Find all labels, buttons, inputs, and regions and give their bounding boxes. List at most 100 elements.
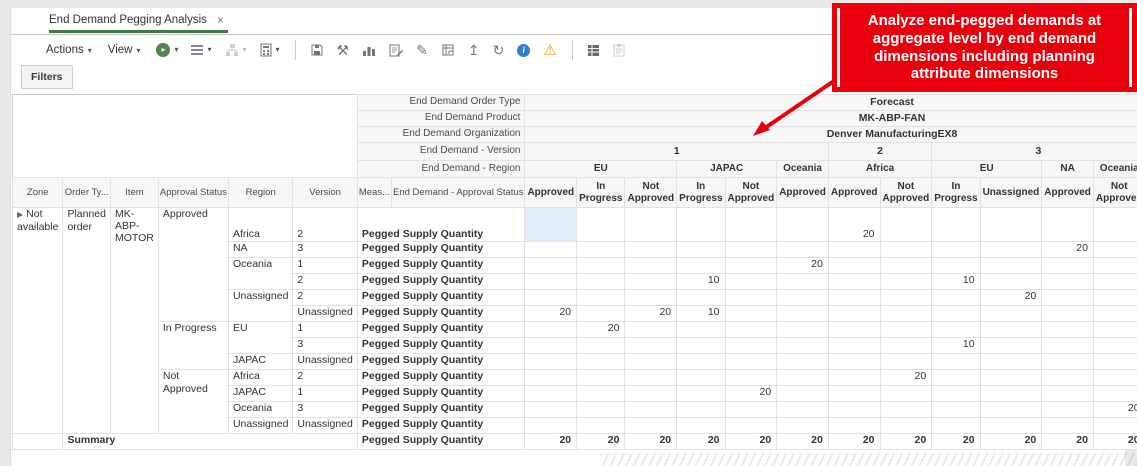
data-cell[interactable] [524,385,578,402]
data-cell[interactable]: 20 [676,433,726,450]
data-cell[interactable] [576,337,626,354]
column-header-cell[interactable]: JAPAC [676,160,778,178]
data-cell[interactable] [979,257,1043,274]
region-cell[interactable]: Africa [227,369,294,386]
data-cell[interactable] [576,241,626,258]
data-cell[interactable] [827,337,881,354]
data-cell[interactable]: 20 [576,433,626,450]
measure-cell[interactable]: Pegged Supply Quantity [356,305,526,322]
data-cell[interactable] [1092,417,1137,434]
order-type-cell[interactable]: Planned order [62,207,111,434]
zone-cell[interactable]: ▶ Not available [11,207,64,434]
data-cell[interactable] [827,401,881,418]
data-cell[interactable] [576,207,626,242]
column-header-cell[interactable]: In Progress [676,177,726,208]
column-header-cell[interactable]: Africa [827,160,933,178]
data-cell[interactable] [979,241,1043,258]
data-cell[interactable] [676,207,726,242]
data-cell[interactable] [931,207,981,242]
grid-view-button[interactable] [587,44,600,57]
data-cell[interactable]: 10 [931,273,981,290]
data-cell[interactable] [676,241,726,258]
data-cell[interactable] [827,369,881,386]
data-cell[interactable] [576,369,626,386]
data-cell[interactable] [931,289,981,306]
data-cell[interactable]: 20 [624,305,678,322]
approval-status-cell[interactable]: Approved [157,207,229,322]
data-cell[interactable] [576,401,626,418]
data-cell[interactable] [879,353,933,370]
data-cell[interactable] [576,353,626,370]
region-cell[interactable]: Africa [227,207,294,242]
data-cell[interactable] [879,257,933,274]
data-cell[interactable] [1092,207,1137,242]
data-cell[interactable] [1092,321,1137,338]
data-cell[interactable] [1041,289,1094,306]
data-cell[interactable] [1092,353,1137,370]
version-cell[interactable]: 1 [292,385,358,402]
data-cell[interactable] [1041,337,1094,354]
measure-cell[interactable]: Pegged Supply Quantity [356,289,526,306]
data-cell[interactable] [624,417,678,434]
data-cell[interactable] [524,401,578,418]
data-cell[interactable] [776,207,829,242]
data-cell[interactable] [1092,369,1137,386]
graph-menu-button[interactable]: ▾ [225,43,247,57]
version-cell[interactable]: 3 [292,337,358,354]
data-cell[interactable] [576,273,626,290]
data-cell[interactable] [776,289,829,306]
data-cell[interactable] [724,401,778,418]
column-header-cell[interactable]: 2 [827,142,933,161]
data-cell[interactable] [624,273,678,290]
data-cell[interactable] [524,353,578,370]
filters-tab[interactable]: Filters [21,65,73,89]
data-cell[interactable] [624,401,678,418]
column-header-cell[interactable]: NA [1041,160,1094,178]
column-header-cell[interactable]: Not Approved [1092,177,1137,208]
data-cell[interactable]: 20 [576,321,626,338]
data-cell[interactable] [524,207,578,242]
data-cell[interactable] [827,321,881,338]
data-cell[interactable] [931,321,981,338]
data-cell[interactable] [724,289,778,306]
data-cell[interactable] [724,207,778,242]
data-cell[interactable] [979,401,1043,418]
column-header-cell[interactable]: Approved [1041,177,1094,208]
region-cell[interactable]: JAPAC [227,385,294,402]
column-header-cell[interactable]: EU [524,160,678,178]
data-cell[interactable] [931,369,981,386]
version-cell[interactable]: Unassigned [292,305,358,322]
column-header-cell[interactable]: Oceania [1092,160,1137,178]
data-cell[interactable] [576,417,626,434]
approval-status-cell[interactable]: Not Approved [157,369,229,434]
data-cell[interactable] [624,369,678,386]
column-header-cell[interactable]: Not Approved [879,177,933,208]
measure-cell[interactable]: Pegged Supply Quantity [356,257,526,274]
view-menu-button[interactable]: View ▾ [108,44,141,56]
data-cell[interactable] [1092,337,1137,354]
data-cell[interactable] [1092,257,1137,274]
column-header-cell[interactable]: Approved [524,177,578,208]
data-cell[interactable] [676,417,726,434]
data-cell[interactable] [827,289,881,306]
data-cell[interactable]: 10 [676,305,726,322]
data-cell[interactable]: 10 [676,273,726,290]
data-cell[interactable] [827,385,881,402]
data-cell[interactable] [624,289,678,306]
data-cell[interactable] [879,289,933,306]
data-cell[interactable] [724,337,778,354]
measure-cell[interactable]: Pegged Supply Quantity [356,401,526,418]
measure-cell[interactable]: Pegged Supply Quantity [356,337,526,354]
data-cell[interactable] [776,321,829,338]
data-cell[interactable] [624,207,678,242]
data-cell[interactable] [931,353,981,370]
tab-close-icon[interactable]: × [217,13,224,27]
data-cell[interactable]: 20 [724,385,778,402]
data-cell[interactable] [524,241,578,258]
data-cell[interactable] [1041,321,1094,338]
data-cell[interactable] [624,337,678,354]
data-cell[interactable]: 20 [524,433,578,450]
pencil-button[interactable]: ✎ [416,43,428,57]
data-cell[interactable] [724,257,778,274]
data-cell[interactable]: 20 [1092,401,1137,418]
